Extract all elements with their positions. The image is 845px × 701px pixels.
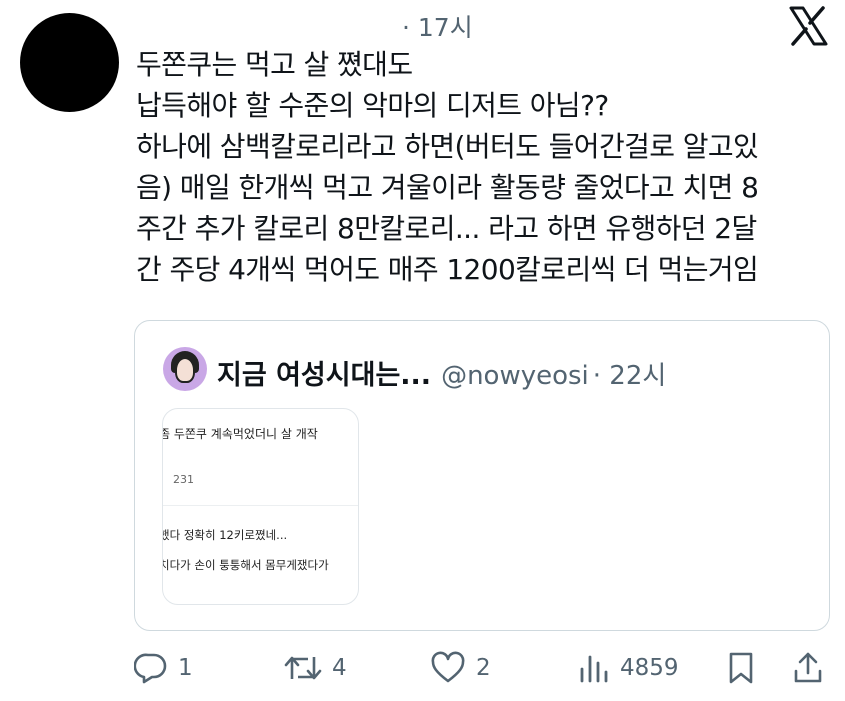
share-icon [792,651,824,685]
action-bar: 1 4 2 4859 [0,646,845,692]
quoted-author-handle[interactable]: @nowyeosi [441,361,589,391]
post-timestamp[interactable]: · 17시 [402,8,473,44]
post-text-line: 하나에 삼백칼로리라고 하면(버터도 들어간걸로 알고있 [136,130,759,163]
card-text-line: 치다가 손이 퉁퉁해서 몸무게쟀다가 [162,558,329,572]
card-divider [163,505,358,506]
card-text-line: 했다 정확히 12키로쪘네... [162,528,288,542]
card-title: 좀 두쫀쿠 계속먹었더니 살 개작 [162,427,318,441]
quoted-header: 지금 여성시대는... @nowyeosi · 22시 [217,353,666,392]
like-icon [430,651,466,685]
quoted-author-name[interactable]: 지금 여성시대는... [217,360,431,391]
quoted-image-card[interactable]: 좀 두쫀쿠 계속먹었더니 살 개작 231 했다 정확히 12키로쪘네... 치… [162,408,359,605]
author-avatar[interactable] [20,13,119,112]
post-text: 두쫀쿠는 먹고 살 쪘대도 납득해야 할 수준의 악마의 디저트 아님?? 하나… [136,44,836,290]
x-logo-icon [788,6,828,46]
post-text-line: 주간 추가 칼로리 8만칼로리... 라고 하면 유행하던 2달 [136,212,757,245]
like-button[interactable]: 2 [430,646,491,690]
bookmark-button[interactable] [726,646,756,690]
quoted-post[interactable]: 지금 여성시대는... @nowyeosi · 22시 좀 두쫀쿠 계속먹었더니 살… [134,320,830,631]
views-button[interactable]: 4859 [578,646,679,690]
views-icon [578,651,610,685]
repost-count: 4 [332,655,347,681]
post-text-line: 음) 매일 한개씩 먹고 겨울이라 활동량 줄었다고 치면 8 [136,171,759,204]
repost-icon [284,651,322,685]
quoted-timestamp[interactable]: · 22시 [593,361,667,391]
share-button[interactable] [792,646,824,690]
repost-button[interactable]: 4 [284,646,347,690]
post-text-line: 납득해야 할 수준의 악마의 디저트 아님?? [136,89,609,122]
quoted-author-avatar[interactable] [163,347,207,391]
like-count: 2 [476,655,491,681]
views-count: 4859 [620,655,679,681]
bookmark-icon [726,651,756,685]
reply-button[interactable]: 1 [134,646,193,690]
avatar-face-shape [175,357,195,383]
post-text-line: 간 주당 4개씩 먹어도 매주 1200칼로리씩 더 먹는거임 [136,253,759,286]
card-comment-count: 231 [173,473,194,486]
reply-count: 1 [178,655,193,681]
post-text-line: 두쫀쿠는 먹고 살 쪘대도 [136,48,413,81]
reply-icon [134,651,168,685]
